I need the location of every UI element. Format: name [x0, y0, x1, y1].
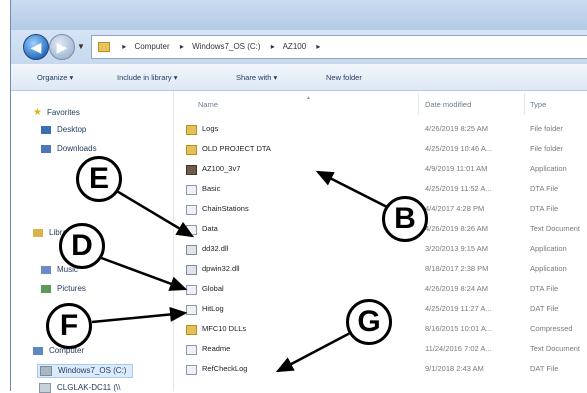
callout-f: F [46, 303, 92, 349]
callout-d: D [59, 223, 105, 269]
callout-e: E [76, 156, 122, 202]
callout-b: B [382, 196, 428, 242]
arrow-d-line [95, 254, 188, 291]
arrow-e-line [114, 188, 195, 238]
arrow-g-line [275, 330, 353, 373]
callout-g: G [346, 299, 392, 345]
arrow-f-line [91, 306, 188, 324]
arrow-b-line [315, 170, 394, 212]
